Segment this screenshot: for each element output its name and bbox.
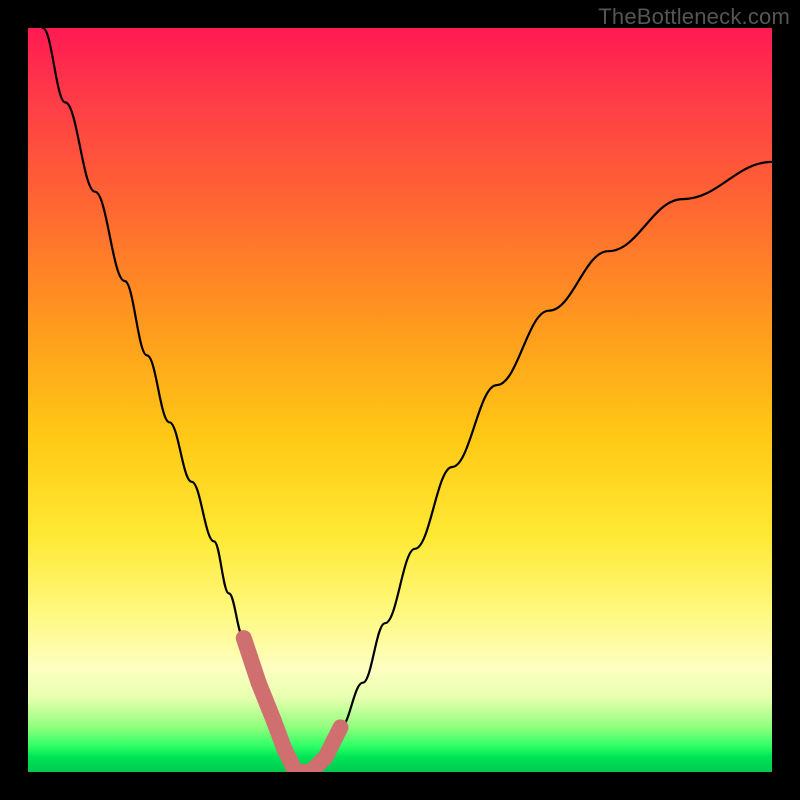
watermark-text: TheBottleneck.com: [598, 4, 790, 30]
plot-area: [28, 28, 772, 772]
chart-frame: TheBottleneck.com: [0, 0, 800, 800]
highlight-marks: [28, 28, 772, 772]
